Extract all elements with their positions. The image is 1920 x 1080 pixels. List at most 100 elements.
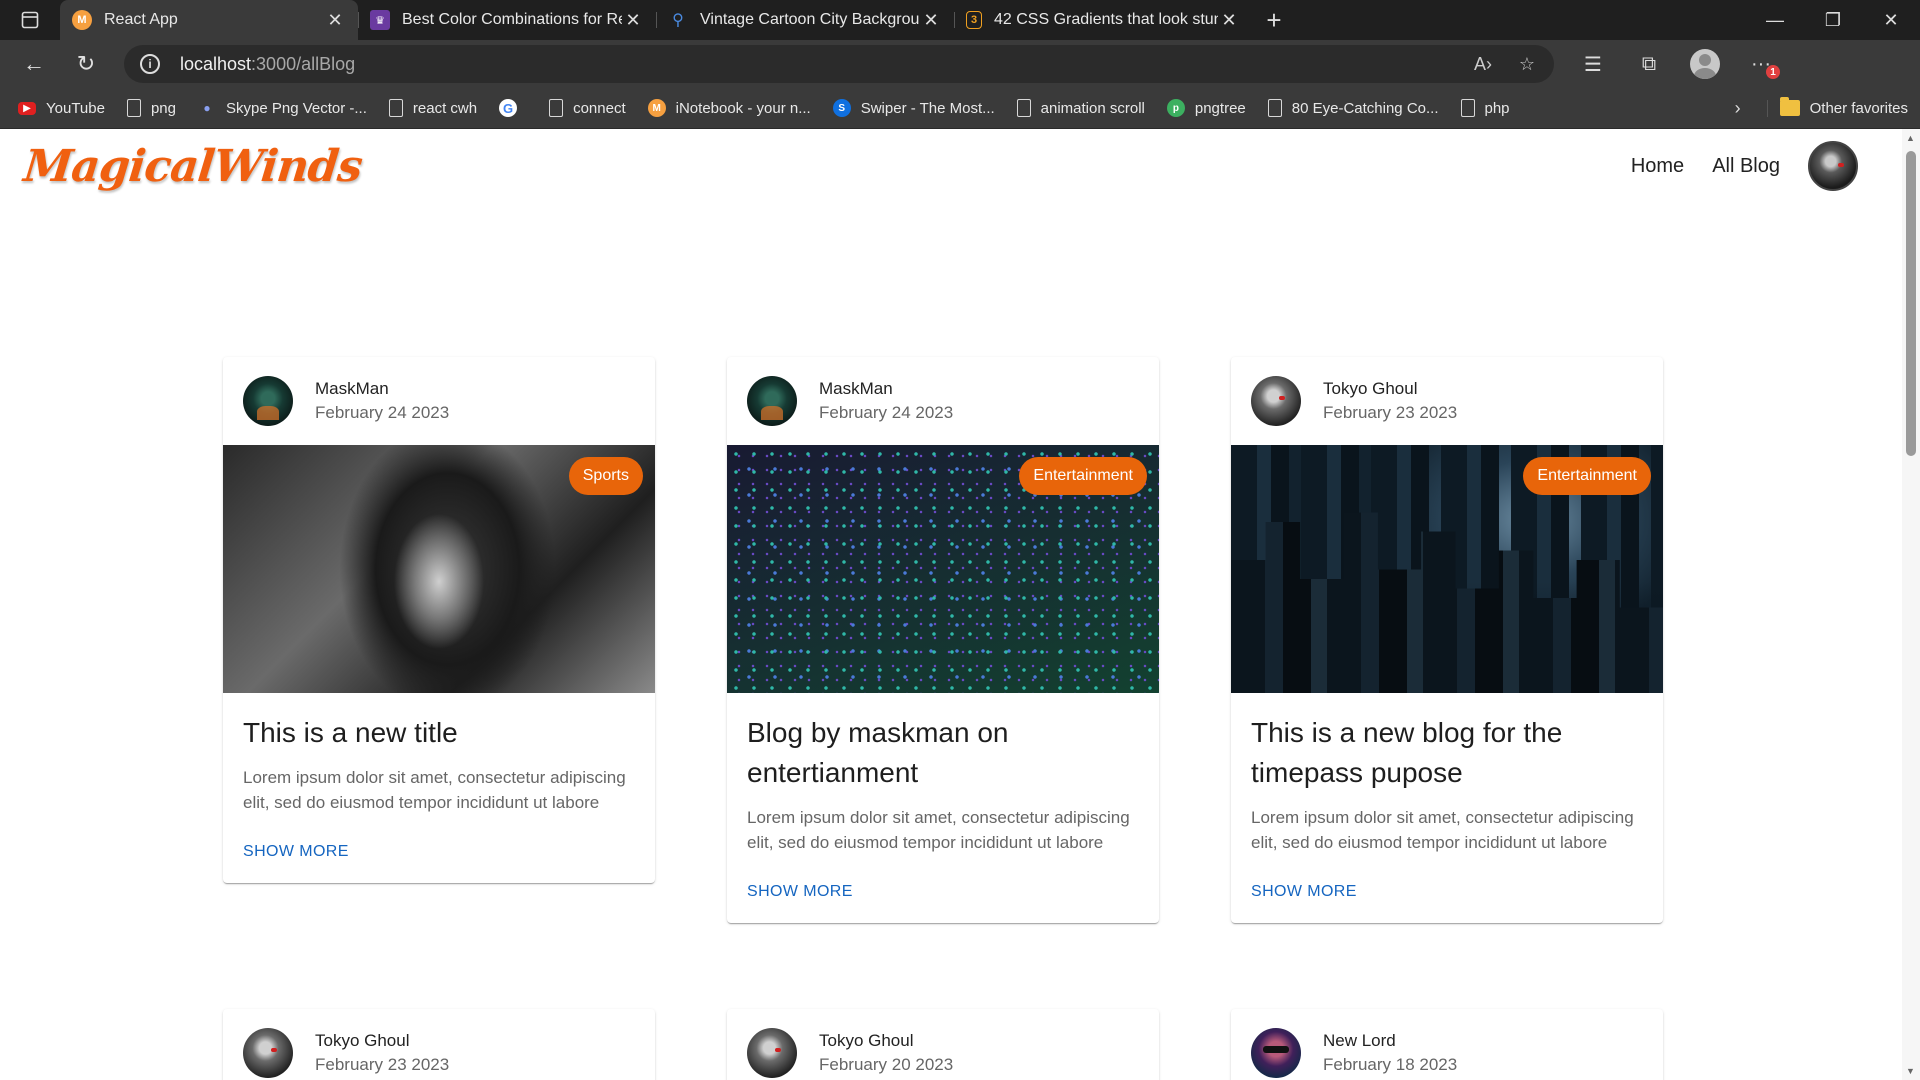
author-avatar [243,376,293,426]
arrow-left-icon: ← [23,51,45,76]
read-aloud-icon[interactable]: A› [1470,51,1496,77]
author-name: Tokyo Ghoul [1323,379,1418,398]
card-header: Tokyo Ghoul February 20 2023 [727,1009,1159,1080]
address-bar[interactable]: i localhost:3000/allBlog A› ☆ [124,45,1554,83]
card-image: Entertainment [727,445,1159,693]
tab-title: 42 CSS Gradients that look stunn [994,11,1218,28]
author-avatar [747,1028,797,1078]
bookmark-connect[interactable]: connect [549,99,626,117]
google-icon: G [499,99,518,117]
bookmark-label: iNotebook - your n... [675,99,811,117]
url-text[interactable]: localhost:3000/allBlog [180,54,355,75]
page-icon [549,99,564,117]
bookmark-skype-png[interactable]: ● Skype Png Vector -... [198,99,367,117]
bookmark-label: php [1484,99,1510,117]
inotebook-icon: M [647,99,666,117]
tab-close-icon[interactable]: ✕ [622,9,644,31]
bookmark-react-cwh[interactable]: react cwh [388,99,477,117]
author-avatar [1251,1028,1301,1078]
tab-close-icon[interactable]: ✕ [324,9,346,31]
collections-icon[interactable]: ⧉ [1632,47,1666,81]
user-avatar[interactable] [1808,141,1858,191]
url-host: localhost [180,53,252,74]
browser-tab-color-combinations[interactable]: ♛ Best Color Combinations for Rea ✕ [358,0,656,40]
show-more-button[interactable]: SHOW MORE [1247,879,1361,905]
other-favorites-label: Other favorites [1809,99,1908,117]
page-icon [126,99,141,117]
card-excerpt: Lorem ipsum dolor sit amet, consectetur … [747,808,1130,852]
profile-button[interactable] [1688,47,1722,81]
nav-home-link[interactable]: Home [1631,155,1684,178]
vertical-scrollbar[interactable]: ▲ ▼ [1902,129,1920,1080]
folder-icon [1779,97,1800,116]
close-icon: ✕ [1883,9,1899,30]
browser-tab-react-app[interactable]: M React App ✕ [60,0,358,40]
back-button[interactable]: ← [10,44,58,84]
card-header: MaskMan February 24 2023 [223,357,655,445]
card-header: MaskMan February 24 2023 [727,357,1159,445]
add-favorite-icon[interactable]: ☆ [1514,51,1540,77]
bookmark-youtube[interactable]: ▶ YouTube [18,100,105,117]
bookmark-label: 80 Eye-Catching Co... [1291,99,1439,117]
bookmark-swiper[interactable]: S Swiper - The Most... [832,99,995,117]
card-title: This is a new title [243,717,458,748]
minimize-icon: — [1766,9,1784,30]
bookmark-png[interactable]: png [126,99,176,117]
reload-button[interactable]: ↻ [62,44,110,84]
card-title: Blog by maskman on entertianment [747,717,1009,788]
post-date: February 18 2023 [1323,1055,1458,1074]
site-info-icon[interactable]: i [140,54,160,74]
tab-actions-button[interactable] [0,0,60,40]
restore-button[interactable]: ❐ [1804,0,1862,40]
bookmark-animation-scroll[interactable]: animation scroll [1016,99,1145,117]
post-date: February 24 2023 [315,403,450,422]
close-window-button[interactable]: ✕ [1862,0,1920,40]
favorites-icon[interactable]: ☰ [1576,47,1610,81]
new-tab-button[interactable]: + [1252,0,1296,40]
profile-icon [1690,49,1720,79]
notification-badge: 1 [1766,65,1780,79]
page-viewport: MagicalWinds Home All Blog MaskMan Febru… [0,129,1920,1080]
author-avatar [747,376,797,426]
minimize-button[interactable]: — [1746,0,1804,40]
card-header: New Lord February 18 2023 [1231,1009,1663,1080]
browser-tab-vintage-city[interactable]: ⚲ Vintage Cartoon City Backgrounc ✕ [656,0,954,40]
settings-more-button[interactable]: ··· 1 [1744,47,1780,81]
post-date: February 20 2023 [819,1055,954,1074]
author-name: MaskMan [819,379,893,398]
tab-close-icon[interactable]: ✕ [920,9,942,31]
bookmark-php[interactable]: php [1460,99,1510,117]
author-name: Tokyo Ghoul [315,1031,410,1050]
browser-tab-css-gradients[interactable]: 3 42 CSS Gradients that look stunn ✕ [954,0,1252,40]
site-logo[interactable]: MagicalWinds [21,141,364,192]
card-header: Tokyo Ghoul February 23 2023 [1231,357,1663,445]
css-site-favicon-icon: 3 [966,11,982,29]
author-avatar [243,1028,293,1078]
youtube-icon: ▶ [18,101,36,115]
scroll-up-icon[interactable]: ▲ [1906,133,1915,143]
skype-icon: ● [203,101,211,115]
bookmark-label: connect [573,99,626,117]
bookmark-label: pngtree [1194,99,1246,117]
scroll-down-icon[interactable]: ▼ [1906,1066,1915,1076]
tab-close-icon[interactable]: ✕ [1218,9,1240,31]
bookmark-label: YouTube [46,99,105,117]
plus-icon: + [1266,4,1282,35]
browser-tab-bar: M React App ✕ ♛ Best Color Combinations … [0,0,1920,40]
bookmark-80-eye-catching[interactable]: 80 Eye-Catching Co... [1267,99,1439,117]
blog-card: New Lord February 18 2023 [1231,1009,1663,1080]
bookmark-inotebook[interactable]: MiNotebook - your n... [647,99,811,117]
card-title: This is a new blog for the timepass pupo… [1251,717,1563,788]
nav-all-blog-link[interactable]: All Blog [1712,155,1780,178]
bookmark-google[interactable]: G [499,99,527,117]
bookmark-pngtree[interactable]: p pngtree [1166,99,1246,117]
card-excerpt: Lorem ipsum dolor sit amet, consectetur … [1251,808,1634,852]
chevron-right-icon[interactable]: › [1735,98,1741,119]
page-icon [1016,99,1031,117]
blog-card: Tokyo Ghoul February 23 2023 [223,1009,655,1080]
other-favorites-folder[interactable]: Other favorites [1766,97,1920,117]
show-more-button[interactable]: SHOW MORE [743,879,857,905]
scrollbar-thumb[interactable] [1906,151,1916,456]
show-more-button[interactable]: SHOW MORE [239,839,353,865]
react-app-favicon-icon: M [72,10,92,30]
